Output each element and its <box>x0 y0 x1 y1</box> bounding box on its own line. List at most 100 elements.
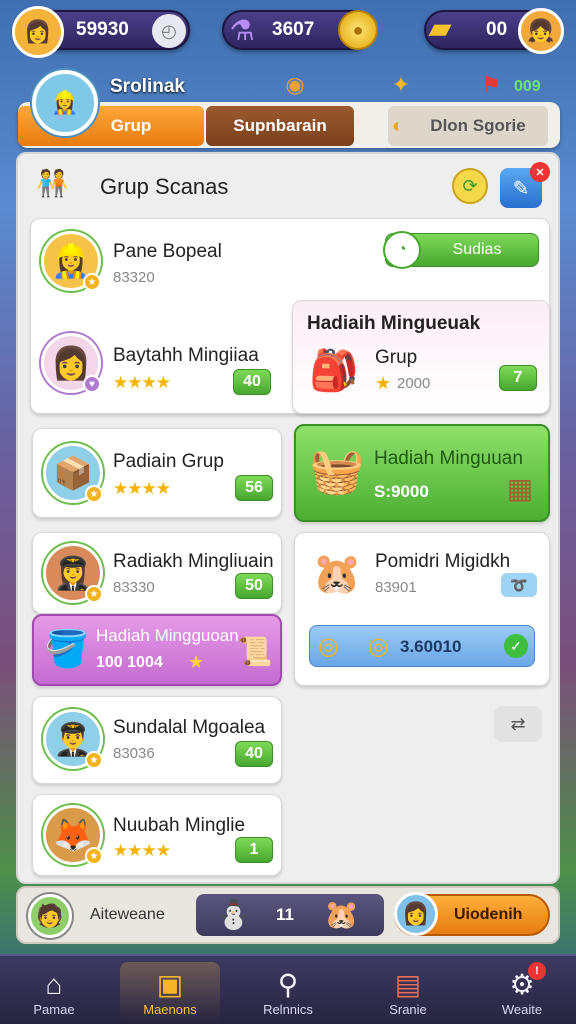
coins-icon: ◎ <box>368 633 389 660</box>
member-points: 83036 <box>113 745 155 762</box>
panel-title: Grup Scanas <box>100 174 229 199</box>
reward-title: Hadiaih Mingueuak <box>307 313 481 334</box>
member-name: Pomidri Migidkh <box>375 551 511 572</box>
nav-home[interactable]: ⌂ Pamae <box>4 962 104 1022</box>
shop-icon: ▤ <box>394 968 422 1000</box>
weekly-reward-card-purple[interactable]: 🪣 Hadiah Mingguoan 100 1004 ★ 📜 <box>32 614 282 686</box>
tab-dlon-sgorie-label: Dlon Sgorie <box>430 116 526 135</box>
status-toggle-label: Sudias <box>452 241 502 258</box>
pet-icon: 🐹 <box>324 899 359 930</box>
level-badge: ♥ <box>83 375 101 393</box>
tab-grup-label: Grup <box>110 116 152 135</box>
score-badge: 50 <box>235 573 273 599</box>
swap-icon[interactable]: ⇄ <box>494 706 542 742</box>
status-toggle-icon: ◔ <box>383 231 421 269</box>
score-badge: 40 <box>233 369 271 395</box>
nav-members[interactable]: ▣ Maenons <box>120 962 220 1022</box>
member-name: Nuubah Minglie <box>113 815 246 836</box>
bucket-icon: 🪣 <box>44 628 90 669</box>
weekly-reward-card-green[interactable]: 🧺 Hadiah Minguuan S:9000 ▦ <box>294 424 550 522</box>
potion-icon: ⚗ <box>229 14 255 46</box>
nav-label: Weaite <box>501 1001 543 1017</box>
timer-icon[interactable]: ◴ <box>152 14 186 48</box>
nav-label: Pamae <box>33 1001 75 1017</box>
member-card[interactable]: 👩‍✈️ ★ Radiakh Mingliuain 83330 50 <box>32 532 282 614</box>
level-badge: ★ <box>85 585 103 603</box>
reward-title: Hadiah Mingguoan <box>96 626 239 645</box>
rating-stars: ★★★★ <box>113 373 171 392</box>
scroll-icon: 📜 <box>237 635 273 667</box>
home-icon: ⌂ <box>45 968 63 1000</box>
member-card[interactable]: 👨‍✈️ ★ Sundalal Mgoalea 83036 40 <box>32 696 282 784</box>
nav-label: Maenons <box>143 1001 197 1017</box>
badge-icon: ▣ <box>156 968 184 1000</box>
reward-value: 100 1004 <box>96 654 163 671</box>
nav-settings[interactable]: ⚙ Weaite <box>472 962 572 1022</box>
crate-icon: ▦ <box>506 472 534 504</box>
member-name: Sundalal Mgoalea <box>113 717 266 738</box>
member-card[interactable]: 📦 ★ Padiain Grup ★★★★ 56 <box>32 428 282 518</box>
nav-search[interactable]: ⚲ Relnnics <box>238 962 338 1022</box>
level-badge: ★ <box>83 273 101 291</box>
upgrade-button-label: Uiodenih <box>454 906 523 923</box>
score-badge: 40 <box>235 741 273 767</box>
profile-side-value: 009 <box>514 78 541 95</box>
score-badge: 7 <box>499 365 537 391</box>
score-badge: 56 <box>235 475 273 501</box>
star-icon: ★ <box>188 652 205 672</box>
nav-label: Relnnics <box>263 1001 313 1017</box>
reward-value: S:9000 <box>374 482 429 501</box>
member-name: Padiain Grup <box>113 451 224 472</box>
check-icon: ✓ <box>504 634 528 658</box>
profile-avatar[interactable]: 👷‍♀️ <box>32 70 98 136</box>
nav-label: Sranie <box>389 1001 427 1017</box>
level-badge: ★ <box>85 751 103 769</box>
ticket-icon[interactable]: ➰ <box>501 573 537 597</box>
member-card[interactable]: 🦊 ★ Nuubah Minglie ★★★★ 1 <box>32 794 282 876</box>
rating-stars: ★★★★ <box>113 841 171 860</box>
flag-icon: ⚑ <box>481 72 501 97</box>
refresh-icon[interactable]: ⟳ <box>452 168 488 204</box>
player-avatar-icon[interactable]: 👩 <box>12 6 64 58</box>
level-badge: ★ <box>85 485 103 503</box>
currency-middle-value: 3607 <box>272 19 315 40</box>
panel-title-icon: 🧑‍🤝‍🧑 <box>36 168 69 198</box>
pet-counter[interactable]: ⛄ 11 🐹 <box>196 894 384 936</box>
rating-stars: ★★★★ <box>113 479 171 498</box>
currency-right-value: 00 <box>486 19 508 40</box>
coin-value: 3.60010 <box>400 637 462 656</box>
tab-dlon-sgorie[interactable]: ◐ Dlon Sgorie <box>388 106 548 146</box>
bottom-nav: ⌂ Pamae ▣ Maenons ⚲ Relnnics ▤ Sranie ⚙ … <box>0 954 576 1024</box>
profile-name: Srolinak <box>110 76 185 97</box>
nav-alert-badge: ! <box>528 962 546 980</box>
score-badge: 1 <box>235 837 273 863</box>
gold-bars-icon: ▰ <box>428 11 452 45</box>
nav-shop[interactable]: ▤ Sranie <box>358 962 458 1022</box>
boost-icon: ◉ <box>285 72 305 97</box>
tab-supnbarain[interactable]: Supnbarain <box>206 106 354 146</box>
upgrade-avatar-icon: 👩 <box>394 892 438 936</box>
coin-progress-bar[interactable]: ◎ ◎ 3.60010 ✓ <box>309 625 535 667</box>
main-panel: 🧑‍🤝‍🧑 Grup Scanas ⟳ ✎ ✕ 👷‍♀️ ★ Pane Bope… <box>16 152 560 884</box>
reward-group: Grup <box>375 347 418 368</box>
friend-avatar-icon[interactable]: 👧 <box>518 8 564 54</box>
weekly-reward-card[interactable]: Hadiaih Mingueuak 🎒 Grup ★ 2000 7 <box>292 300 550 414</box>
member-points: 83320 <box>113 269 155 286</box>
member-card[interactable]: 🐹 Pomidri Migidkh 83901 ➰ ◎ ◎ 3.60010 ✓ <box>294 532 550 686</box>
star-icon: ★ <box>375 373 392 393</box>
notification-badge: ✕ <box>530 162 550 182</box>
level-badge: ★ <box>85 847 103 865</box>
member-name: Radiakh Mingliuain <box>113 551 274 572</box>
upgrade-button[interactable]: 👩 Uiodenih <box>394 892 550 936</box>
pet-count: 11 <box>276 905 294 924</box>
pet-icon: 🐹 <box>312 551 362 596</box>
guild-avatar[interactable]: 🧑 <box>28 894 72 938</box>
coin-icon[interactable]: ● <box>338 10 378 50</box>
member-name: Baytahh Mingiiaa <box>113 345 259 366</box>
tabs-bar: Grup Supnbarain ◐ Dlon Sgorie <box>18 102 560 148</box>
reward-value: 2000 <box>397 375 431 392</box>
snowman-icon: ⛄ <box>216 899 251 930</box>
reward-title: Hadiah Minguuan <box>374 448 523 469</box>
backpack-icon: 🎒 <box>309 348 359 393</box>
member-points: 83901 <box>375 579 417 596</box>
